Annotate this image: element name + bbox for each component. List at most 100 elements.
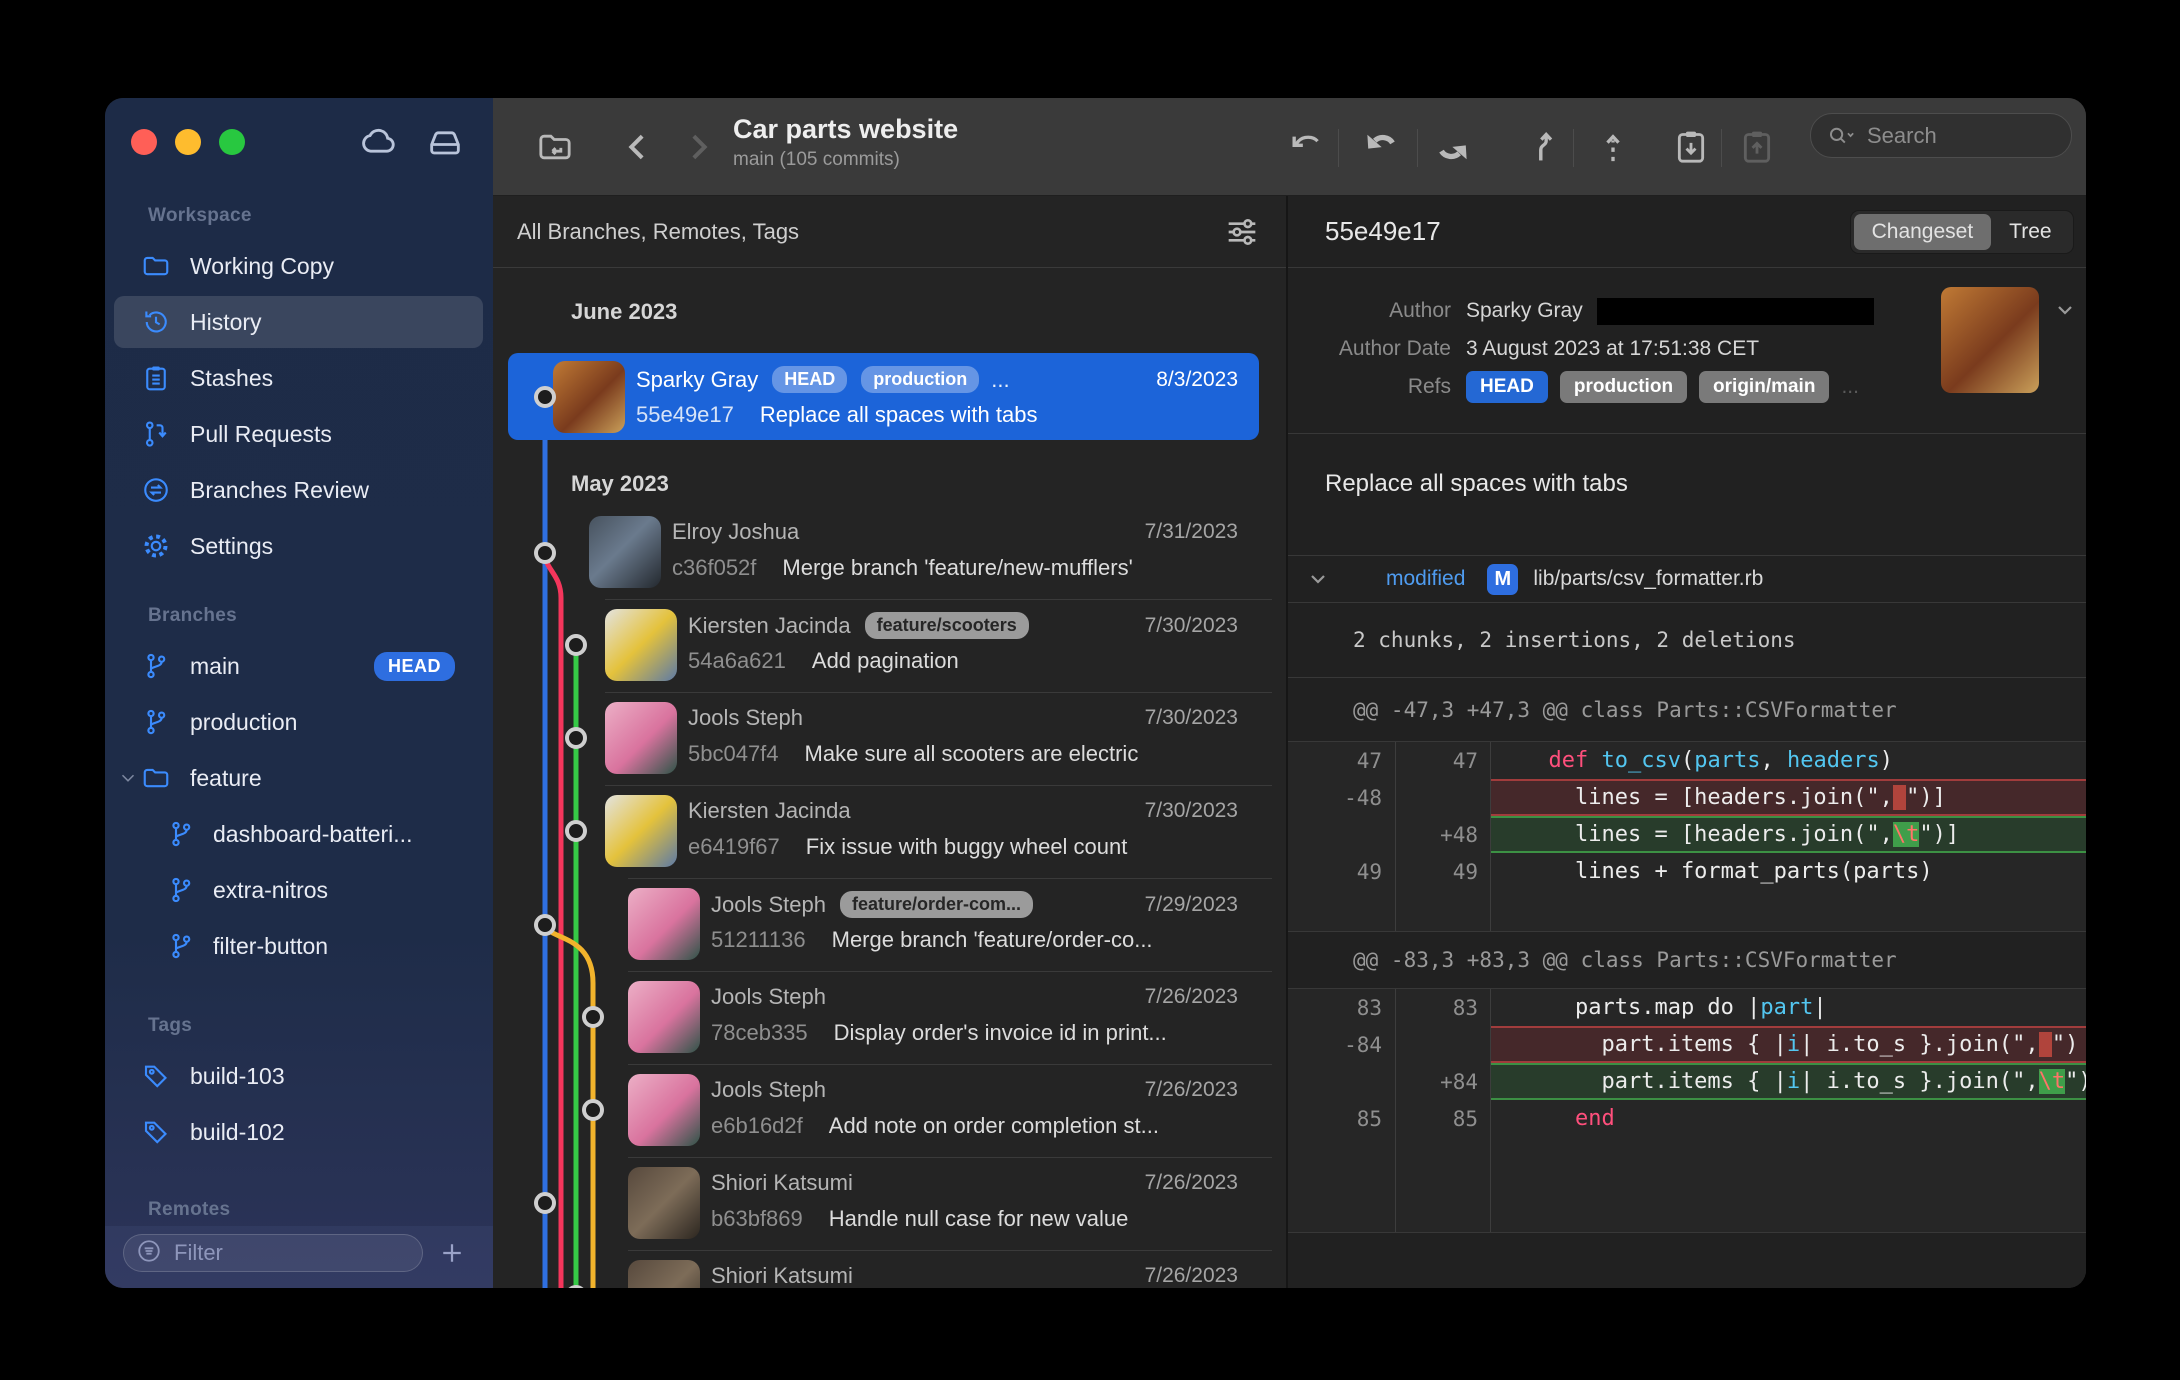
commit-row-line2: b63bf869Handle null case for new value [711,1206,1128,1232]
refs-label: Refs [1288,375,1451,399]
sidebar-item-label: filter-button [213,933,328,960]
commit-row[interactable]: Kiersten Jacindafeature/scooters7/30/202… [493,599,1286,692]
sidebar-item-build-103[interactable]: build-103 [105,1048,493,1104]
close-button[interactable] [131,129,157,155]
diff-chunks: @@ -47,3 +47,3 @@ class Parts::CSVFormat… [1288,678,2086,1233]
sidebar-item-settings[interactable]: Settings [105,518,493,574]
commit-row[interactable]: Sparky GrayHEADproduction...8/3/202355e4… [493,353,1286,440]
commit-hash: e6419f67 [688,834,780,860]
commit-author: Kiersten Jacinda [688,613,851,639]
sidebar-filter-input[interactable]: Filter [123,1234,423,1272]
sliders-icon[interactable] [1222,212,1262,252]
pull-icon[interactable] [1360,127,1400,167]
commit-row[interactable]: Jools Stephfeature/order-com...7/29/2023… [493,878,1286,971]
file-row[interactable]: modified M lib/parts/csv_formatter.rb [1288,556,2086,603]
nav-forward-icon[interactable] [678,127,718,167]
devices-icon[interactable] [425,122,465,167]
collapse-chevron-icon[interactable] [1306,567,1330,591]
sidebar-item-build-102[interactable]: build-102 [105,1104,493,1160]
commit-row-line1: Shiori Katsumi7/26/2023 [711,1170,1238,1196]
diff-code: lines = [headers.join(",\t")] [1491,816,2086,853]
head-badge: HEAD [374,652,455,681]
ref-badge: feature/order-com... [840,891,1033,918]
ref-badge: HEAD [772,366,847,393]
sidebar-item-pull-requests[interactable]: Pull Requests [105,406,493,462]
commit-row-line1: Kiersten Jacinda7/30/2023 [688,798,1238,824]
commit-row-line2: 78ceb335Display order's invoice id in pr… [711,1020,1167,1046]
file-status: modified [1386,567,1465,591]
cherry-pick-icon[interactable] [1593,127,1633,167]
sidebar-item-feature[interactable]: feature [105,750,493,806]
sidebar-section-label: Remotes [105,1188,493,1226]
commit-date: 7/26/2023 [1145,1264,1238,1288]
stash-apply-icon[interactable] [1737,127,1777,167]
sidebar-section-label: Branches [105,594,493,638]
search-input[interactable]: Search [1810,113,2072,158]
sidebar-item-extra-nitros[interactable]: extra-nitros [105,862,493,918]
branch-icon [141,707,171,737]
new-line-number [1396,779,1491,816]
sidebar-item-label: Pull Requests [190,421,332,448]
add-repo-button[interactable] [437,1238,467,1268]
fetch-icon[interactable] [1285,127,1325,167]
cloud-icon[interactable] [359,122,399,167]
sidebar-item-dashboard-batteri[interactable]: dashboard-batteri... [105,806,493,862]
branch-icon [141,651,171,681]
minimize-button[interactable] [175,129,201,155]
diff-line-del: -84 part.items { |i| i.to_s }.join(", ") [1288,1026,2086,1063]
main-area: Car parts website main (105 commits) Sea… [493,98,2086,1288]
row-divider [605,599,1272,600]
commit-row-line2: e6b16d2fAdd note on order completion st.… [711,1113,1159,1139]
refs-pills: HEADproductionorigin/main... [1466,371,1859,403]
sidebar-item-label: Working Copy [190,253,334,280]
author-date: 3 August 2023 at 17:51:38 CET [1466,337,1759,361]
sidebar-item-label: extra-nitros [213,877,328,904]
chevron-down-icon[interactable] [117,767,139,789]
commit-row[interactable]: Elroy Joshua7/31/2023c36f052fMerge branc… [493,506,1286,599]
commit-row[interactable]: Shiori Katsumi 7/26/2023 [493,1250,1286,1288]
commit-row[interactable]: Kiersten Jacinda7/30/2023e6419f67Fix iss… [493,785,1286,878]
commit-author: Shiori Katsumi [711,1263,853,1288]
row-divider [628,1250,1272,1251]
zoom-button[interactable] [219,129,245,155]
diff-code: lines + format_parts(parts) [1491,853,2086,890]
commit-row[interactable]: Jools Steph7/26/202378ceb335Display orde… [493,971,1286,1064]
row-divider [628,1157,1272,1158]
sidebar-item-main[interactable]: mainHEAD [105,638,493,694]
new-line-number: 83 [1396,989,1491,1026]
commit-row-line2: 54a6a621Add pagination [688,648,959,674]
old-line-number: 83 [1288,989,1396,1026]
commit-row[interactable]: Jools Steph7/26/2023e6b16d2fAdd note on … [493,1064,1286,1157]
commit-row-line2: c36f052fMerge branch 'feature/new-muffle… [672,555,1133,581]
nav-back-icon[interactable] [618,127,658,167]
diff-code: def to_csv(parts, headers) [1491,742,2086,779]
sidebar-sections: WorkspaceWorking CopyHistoryStashesPull … [105,194,493,1226]
tab-changeset[interactable]: Changeset [1854,214,1992,250]
sidebar-filter-bar: Filter [105,1226,493,1288]
sidebar-item-stashes[interactable]: Stashes [105,350,493,406]
push-icon[interactable] [1434,127,1474,167]
sidebar-item-production[interactable]: production [105,694,493,750]
filter-placeholder: Filter [174,1240,223,1266]
sidebar-item-history[interactable]: History [105,294,493,350]
chevron-down-icon[interactable] [2053,298,2077,322]
tab-tree[interactable]: Tree [1991,214,2069,250]
commit-row[interactable]: Shiori Katsumi7/26/2023 b63bf869Handle nu… [493,1157,1286,1250]
repo-subtitle: main (105 commits) [733,149,958,171]
commit-date: 7/31/2023 [1145,520,1238,544]
stash-save-icon[interactable] [1671,127,1711,167]
sidebar-item-working-copy[interactable]: Working Copy [105,238,493,294]
app-window: WorkspaceWorking CopyHistoryStashesPull … [105,98,2086,1288]
sidebar-item-branches-review[interactable]: Branches Review [105,462,493,518]
commit-hash: 51211136 [711,927,806,953]
commit-row-line1: Shiori Katsumi 7/26/2023 [711,1263,1238,1288]
commit-row[interactable]: Jools Steph7/30/20235bc047f4Make sure al… [493,692,1286,785]
view-mode-toggle: ChangesetTree [1850,210,2074,254]
ref-badge: feature/scooters [865,612,1029,639]
search-icon [1825,123,1859,149]
repo-open-icon[interactable] [535,127,575,167]
sidebar-item-filter-button[interactable]: filter-button [105,918,493,974]
toolbar-separator [1573,129,1574,167]
sidebar-item-label: feature [190,765,262,792]
merge-arrow-icon[interactable] [1525,127,1565,167]
